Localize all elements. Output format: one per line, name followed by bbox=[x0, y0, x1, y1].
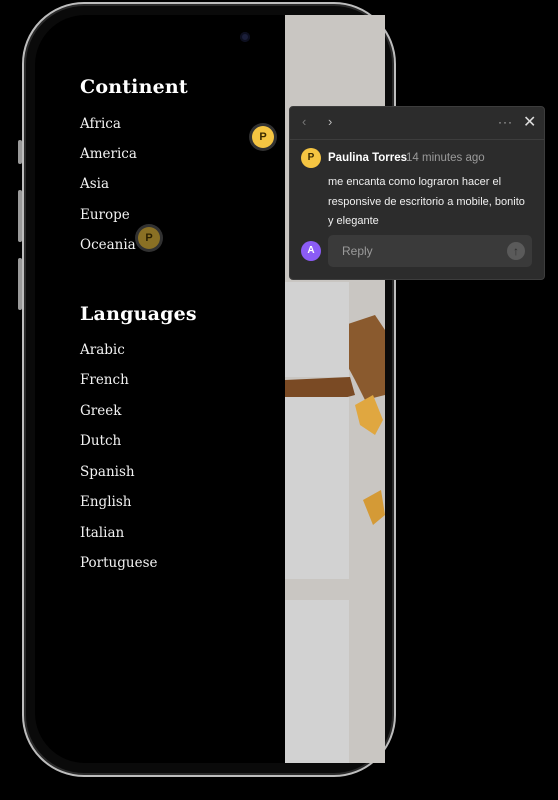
menu-item-french[interactable]: French bbox=[80, 372, 129, 388]
menu-item-greek[interactable]: Greek bbox=[80, 403, 121, 419]
side-button-mute bbox=[18, 140, 22, 164]
avatar: A bbox=[301, 241, 321, 261]
avatar: P bbox=[301, 148, 321, 168]
content-card[interactable] bbox=[285, 600, 349, 763]
menu-item-oceania[interactable]: Oceania bbox=[80, 237, 136, 253]
menu-item-portuguese[interactable]: Portuguese bbox=[80, 555, 157, 571]
side-button-volume-down bbox=[18, 258, 22, 310]
menu-item-english[interactable]: English bbox=[80, 494, 131, 510]
comment-panel: ‹ › ··· ✕ P Paulina Torres 14 minutes ag… bbox=[289, 106, 545, 280]
content-card[interactable] bbox=[285, 397, 349, 579]
reply-box: ↑ bbox=[328, 235, 532, 267]
send-button[interactable]: ↑ bbox=[507, 242, 525, 260]
dynamic-island bbox=[168, 22, 260, 52]
menu-item-arabic[interactable]: Arabic bbox=[80, 342, 125, 358]
menu-item-america[interactable]: America bbox=[80, 146, 137, 162]
menu-item-europe[interactable]: Europe bbox=[80, 207, 130, 223]
content-card[interactable] bbox=[285, 282, 349, 377]
comment-toolbar: ‹ › ··· ✕ bbox=[290, 107, 544, 140]
more-horizontal-icon[interactable]: ··· bbox=[498, 115, 513, 129]
side-button-volume-up bbox=[18, 190, 22, 242]
comment-pin[interactable]: P bbox=[252, 126, 274, 148]
menu-item-dutch[interactable]: Dutch bbox=[80, 433, 121, 449]
comment-pin[interactable]: P bbox=[138, 227, 160, 249]
languages-heading: Languages bbox=[80, 303, 197, 325]
menu-item-spanish[interactable]: Spanish bbox=[80, 464, 135, 480]
menu-item-asia[interactable]: Asia bbox=[80, 176, 109, 192]
comment-body: me encanta como lograron hacer el respon… bbox=[328, 176, 525, 227]
reply-input[interactable] bbox=[340, 243, 494, 259]
comment-author: Paulina Torres bbox=[328, 152, 408, 164]
front-camera bbox=[240, 32, 250, 42]
continent-heading: Continent bbox=[80, 76, 188, 98]
comment-timestamp: 14 minutes ago bbox=[406, 152, 485, 164]
arrow-up-icon: ↑ bbox=[513, 244, 519, 258]
chevron-right-icon[interactable]: › bbox=[328, 114, 332, 129]
menu-item-africa[interactable]: Africa bbox=[80, 116, 121, 132]
close-icon[interactable]: ✕ bbox=[523, 112, 536, 132]
menu-item-italian[interactable]: Italian bbox=[80, 525, 124, 541]
chevron-left-icon[interactable]: ‹ bbox=[302, 114, 306, 129]
